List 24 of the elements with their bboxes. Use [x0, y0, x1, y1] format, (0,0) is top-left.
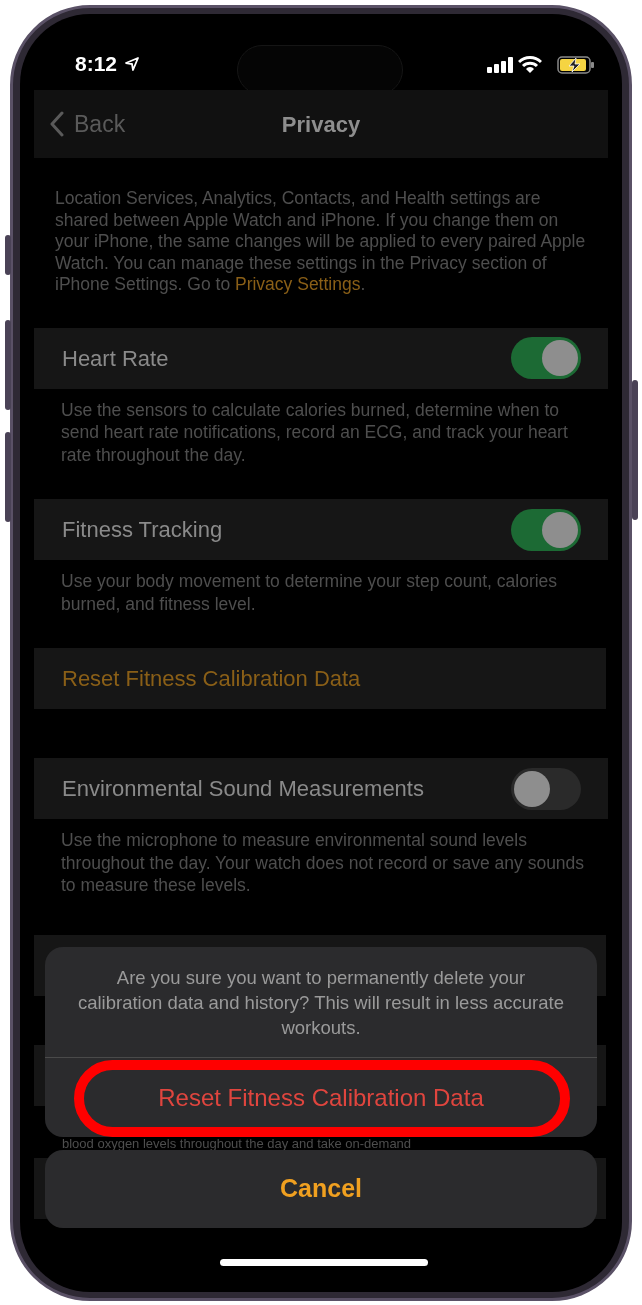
reset-confirm-button[interactable]: Reset Fitness Calibration Data	[45, 1058, 597, 1137]
setting-label: Heart Rate	[62, 344, 169, 373]
back-button[interactable]: Back	[50, 110, 126, 138]
privacy-settings-link[interactable]: Privacy Settings	[235, 274, 361, 295]
toggle-switch[interactable]	[511, 337, 581, 380]
setting-label: Fitness Tracking	[62, 516, 223, 545]
location-arrow-icon	[125, 57, 139, 71]
setting-label: Environmental Sound Measurements	[62, 775, 424, 804]
info-text: Location Services, Analytics, Contacts, and Health settings are shared between Apple Watch and iPhone. If you change them on your iPhone, the same changes will be applied to every paired Apple Watch. You can manage these settings in the Privacy section of iPhone Settings. Go to Privacy Settings.	[55, 188, 587, 296]
setting-description: Use the microphone to measure environmental sound levels throughout the day. Your watch does not record or save any sounds to measure these levels.	[61, 829, 586, 897]
setting-description: Use the sensors to calculate calories burned, determine when to send heart rate notifications, record an ECG, and track your heart rate throughout the day.	[61, 398, 569, 467]
toggle-switch[interactable]	[511, 767, 581, 810]
status-time: 8:12	[75, 51, 118, 77]
wifi-icon	[518, 56, 542, 74]
toggle-switch[interactable]	[511, 508, 581, 551]
confirmation-message: Are you sure you want to permanently delete your calibration data and history? This will result in less accurate workouts.	[76, 966, 565, 1040]
reset-calibration-button[interactable]: Reset Fitness Calibration Data	[34, 648, 606, 710]
chevron-left-icon	[50, 111, 64, 137]
cancel-button[interactable]: Cancel	[45, 1150, 597, 1228]
screen-title: Privacy	[281, 110, 361, 139]
setting-description: blood oxygen levels throughout the day and take on-demand	[62, 1137, 412, 1150]
signal-icon	[487, 57, 513, 73]
battery-charging-icon	[557, 56, 595, 74]
setting-description: Use your body movement to determine your step count, calories burned, and fitness level.	[61, 570, 559, 616]
